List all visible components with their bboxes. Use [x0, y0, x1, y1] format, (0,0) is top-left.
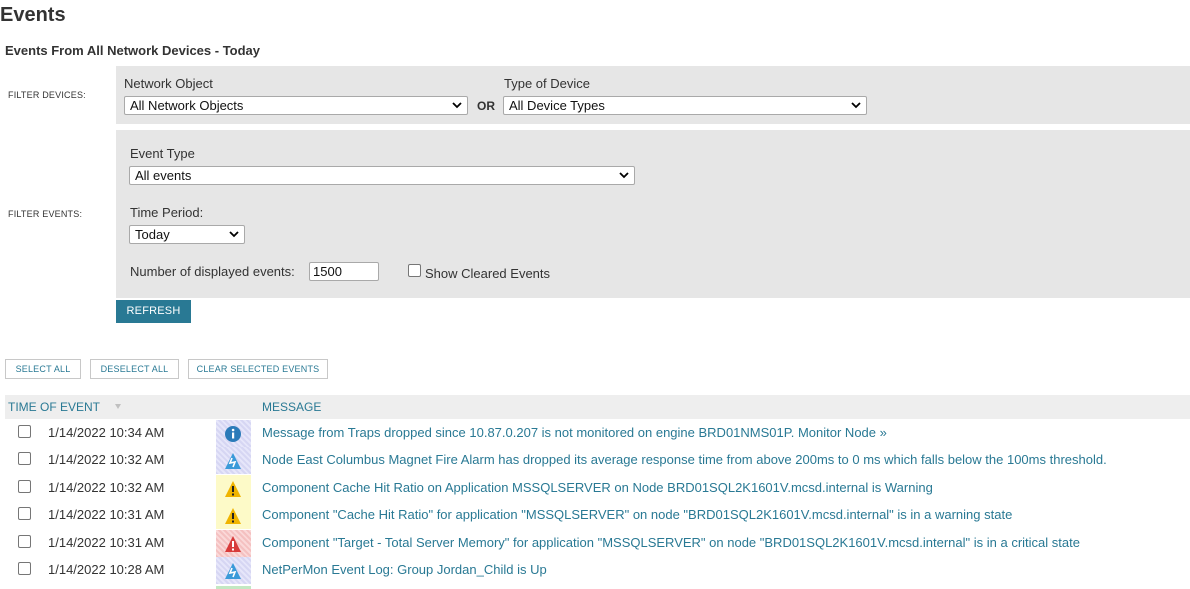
num-events-label: Number of displayed events:: [130, 264, 295, 279]
severity-cell: [216, 530, 251, 557]
event-time: 1/14/2022 10:28 AM: [48, 562, 165, 577]
select-all-button[interactable]: SELECT ALL: [5, 359, 81, 379]
chevron-down-icon: [619, 172, 629, 179]
event-message-link[interactable]: Component "Target - Total Server Memory"…: [262, 535, 1080, 550]
row-checkbox[interactable]: [18, 507, 31, 520]
chevron-down-icon: [452, 102, 462, 109]
critical-icon: [225, 536, 241, 552]
filter-devices-label: FILTER DEVICES:: [8, 90, 86, 100]
table-row: 1/14/2022 10:32 AM Node East Columbus Ma…: [0, 447, 1190, 474]
chevron-down-icon: [851, 102, 861, 109]
time-period-label: Time Period:: [130, 205, 204, 220]
device-type-label: Type of Device: [504, 76, 590, 91]
events-table-header: TIME OF EVENT MESSAGE: [5, 395, 1190, 419]
table-row: 1/14/2022 10:31 AM Component "Cache Hit …: [0, 502, 1190, 529]
row-checkbox[interactable]: [18, 452, 31, 465]
network-object-value: All Network Objects: [130, 98, 244, 113]
event-time: 1/14/2022 10:34 AM: [48, 425, 165, 440]
event-time: 1/14/2022 10:31 AM: [48, 535, 165, 550]
page-subtitle: Events From All Network Devices - Today: [5, 43, 261, 58]
page-title: Events: [0, 4, 66, 26]
table-row: 1/14/2022 10:31 AM Component "Target - T…: [0, 530, 1190, 557]
event-message-link[interactable]: NetPerMon Event Log: Group Jordan_Child …: [262, 562, 547, 577]
event-type-select[interactable]: All events: [129, 166, 635, 185]
event-time: 1/14/2022 10:32 AM: [48, 452, 165, 467]
event-message-link[interactable]: Component "Cache Hit Ratio" for applicat…: [262, 507, 1012, 522]
table-row: 1/14/2022 10:28 AM NetPerMon Event Log: …: [0, 557, 1190, 584]
severity-cell: [216, 557, 251, 584]
clear-selected-events-button[interactable]: CLEAR SELECTED EVENTS: [188, 359, 328, 379]
node-change-icon: [225, 563, 241, 579]
time-period-select[interactable]: Today: [129, 225, 245, 244]
warning-icon: [225, 481, 241, 497]
event-time: 1/14/2022 10:31 AM: [48, 507, 165, 522]
device-type-select[interactable]: All Device Types: [503, 96, 867, 115]
column-header-time[interactable]: TIME OF EVENT: [8, 400, 100, 414]
event-time: 1/14/2022 10:32 AM: [48, 480, 165, 495]
event-message-link[interactable]: Node East Columbus Magnet Fire Alarm has…: [262, 452, 1107, 467]
refresh-button[interactable]: REFRESH: [116, 300, 191, 323]
filter-devices-panel: [116, 66, 1190, 124]
device-type-value: All Device Types: [509, 98, 605, 113]
time-period-value: Today: [135, 227, 170, 242]
severity-cell: [216, 475, 251, 502]
event-message-link[interactable]: Message from Traps dropped since 10.87.0…: [262, 425, 887, 440]
severity-cell: [216, 447, 251, 474]
show-cleared-checkbox[interactable]: [408, 264, 421, 277]
event-type-value: All events: [135, 168, 192, 183]
warning-icon: [225, 508, 241, 524]
row-checkbox[interactable]: [18, 480, 31, 493]
or-label: OR: [477, 99, 495, 113]
severity-cell: [216, 502, 251, 529]
node-change-icon: [225, 453, 241, 469]
sort-arrow-icon[interactable]: [115, 404, 121, 409]
table-row: 1/14/2022 10:32 AM Component Cache Hit R…: [0, 475, 1190, 502]
deselect-all-button[interactable]: DESELECT ALL: [90, 359, 179, 379]
filter-events-label: FILTER EVENTS:: [8, 209, 83, 219]
show-cleared-label[interactable]: Show Cleared Events: [425, 266, 550, 281]
row-checkbox[interactable]: [18, 535, 31, 548]
event-message-link[interactable]: Component Cache Hit Ratio on Application…: [262, 480, 933, 495]
severity-cell: [216, 420, 251, 447]
event-type-label: Event Type: [130, 146, 195, 161]
network-object-select[interactable]: All Network Objects: [124, 96, 468, 115]
table-row: 1/14/2022 10:34 AM Message from Traps dr…: [0, 420, 1190, 447]
column-header-message[interactable]: MESSAGE: [262, 400, 321, 414]
num-events-input[interactable]: 1500: [309, 262, 379, 281]
info-icon: [225, 426, 241, 442]
chevron-down-icon: [229, 231, 239, 238]
row-checkbox[interactable]: [18, 562, 31, 575]
row-checkbox[interactable]: [18, 425, 31, 438]
network-object-label: Network Object: [124, 76, 213, 91]
